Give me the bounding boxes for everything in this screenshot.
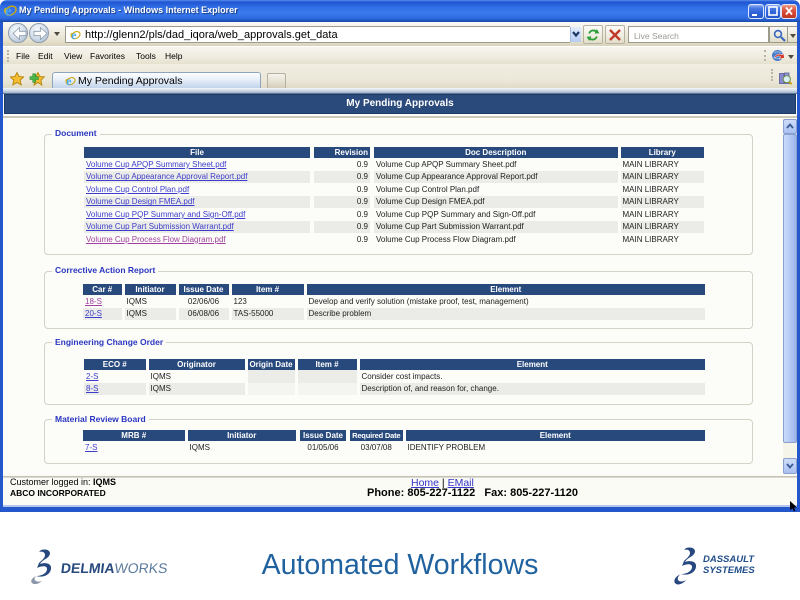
svg-text:e: e: [71, 29, 77, 41]
svg-text:e: e: [66, 75, 72, 87]
svg-text:e: e: [5, 4, 12, 18]
